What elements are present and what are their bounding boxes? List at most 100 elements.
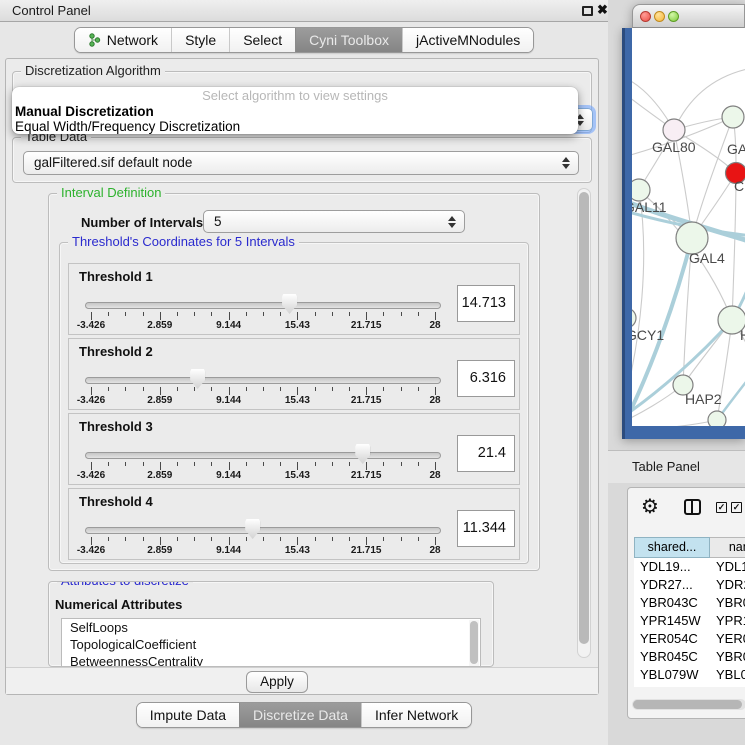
tick-label: 2.859 bbox=[147, 470, 172, 481]
tab-label: Impute Data bbox=[150, 707, 226, 723]
table-row[interactable]: YBL079WYBL079W bbox=[634, 666, 745, 684]
combo-arrows-icon bbox=[448, 216, 456, 228]
gear-icon[interactable]: ⚙ bbox=[641, 494, 659, 518]
bottom-tab-bar: Impute Data Discretize DataInfer Network bbox=[0, 699, 608, 731]
list-scrollbar[interactable] bbox=[469, 620, 479, 667]
slider-thumb[interactable] bbox=[190, 369, 205, 389]
network-node[interactable] bbox=[632, 308, 636, 328]
cell-name[interactable]: YDR27... bbox=[710, 576, 745, 594]
tick-mark bbox=[211, 387, 212, 391]
control-panel-titlebar: Control Panel ✖ bbox=[0, 0, 608, 22]
tick-mark bbox=[383, 537, 384, 541]
network-window-titlebar[interactable] bbox=[632, 4, 745, 28]
table-horizontal-scrollbar[interactable] bbox=[632, 699, 745, 710]
cell-name[interactable]: YBR043C bbox=[710, 594, 745, 612]
slider-thumb[interactable] bbox=[355, 444, 370, 464]
tab-network[interactable]: Network bbox=[75, 28, 171, 52]
cell-shared-name[interactable]: YER054C bbox=[634, 630, 710, 648]
checkbox-select-all-icon[interactable]: ✓ bbox=[716, 502, 727, 513]
tick-mark bbox=[229, 312, 230, 320]
tick-mark bbox=[246, 387, 247, 391]
close-traffic-light-icon[interactable] bbox=[640, 11, 651, 22]
network-node[interactable] bbox=[663, 119, 685, 141]
minimize-traffic-light-icon[interactable] bbox=[654, 11, 665, 22]
table-row[interactable]: YLR345WYLR345W bbox=[634, 684, 745, 687]
network-node[interactable] bbox=[722, 106, 744, 128]
network-edge[interactable] bbox=[732, 173, 736, 320]
slider-track[interactable] bbox=[85, 302, 441, 309]
tab-discretize-data[interactable]: Discretize Data bbox=[239, 703, 361, 727]
control-panel: Control Panel ✖ NetworkStyleSelectCyni T… bbox=[0, 0, 608, 745]
cell-name[interactable]: YBL079W bbox=[710, 666, 745, 684]
table-data-combobox[interactable]: galFiltered.sif default node bbox=[23, 151, 579, 175]
popup-option-equal-width-frequency[interactable]: Equal Width/Frequency Discretization bbox=[12, 119, 578, 134]
tab-jactivemnodules[interactable]: jActiveMNodules bbox=[402, 28, 533, 52]
network-node-label: GAL80 bbox=[652, 139, 696, 155]
network-canvas[interactable]: GAL80GACGAL11GAL4GCY1HHAP2 bbox=[632, 28, 745, 426]
zoom-traffic-light-icon[interactable] bbox=[668, 11, 679, 22]
panel-vertical-scrollbar[interactable] bbox=[577, 188, 591, 658]
table-row[interactable]: YBR045CYBR045C bbox=[634, 648, 745, 666]
tick-label: -3.426 bbox=[77, 395, 105, 406]
attributes-list[interactable]: SelfLoopsTopologicalCoefficientBetweenne… bbox=[61, 618, 481, 667]
tick-mark bbox=[435, 312, 436, 320]
tab-select[interactable]: Select bbox=[229, 28, 295, 52]
cell-shared-name[interactable]: YLR345W bbox=[634, 684, 710, 687]
threshold-value-field[interactable]: 6.316 bbox=[457, 360, 515, 397]
columns-icon[interactable] bbox=[684, 499, 701, 515]
attribute-item-betweennesscentrality[interactable]: BetweennessCentrality bbox=[62, 653, 480, 667]
tab-impute-data[interactable]: Impute Data bbox=[137, 703, 239, 727]
network-edge[interactable] bbox=[632, 420, 717, 426]
float-window-icon[interactable] bbox=[582, 6, 593, 16]
cell-shared-name[interactable]: YBR043C bbox=[634, 594, 710, 612]
attribute-item-selfloops[interactable]: SelfLoops bbox=[62, 619, 480, 636]
cell-shared-name[interactable]: YPR145W bbox=[634, 612, 710, 630]
slider-thumb[interactable] bbox=[245, 519, 260, 539]
table-row[interactable]: YBR043CYBR043C bbox=[634, 594, 745, 612]
attribute-item-topologicalcoefficient[interactable]: TopologicalCoefficient bbox=[62, 636, 480, 653]
apply-button[interactable]: Apply bbox=[246, 671, 308, 693]
slider-track[interactable] bbox=[85, 377, 441, 384]
threshold-label: Threshold 2 bbox=[79, 344, 153, 359]
num-intervals-value: 5 bbox=[204, 211, 464, 233]
tab-cyni-toolbox[interactable]: Cyni Toolbox bbox=[295, 28, 402, 52]
tick-mark bbox=[315, 462, 316, 466]
network-node[interactable] bbox=[708, 411, 726, 426]
tick-mark bbox=[108, 387, 109, 391]
network-edge[interactable] bbox=[632, 190, 644, 396]
table-row[interactable]: YDL19...YDL19... bbox=[634, 558, 745, 576]
slider-track[interactable] bbox=[85, 452, 441, 459]
tab-infer-network[interactable]: Infer Network bbox=[361, 703, 471, 727]
cell-name[interactable]: YPR145W bbox=[710, 612, 745, 630]
column-header-name[interactable]: name bbox=[710, 537, 745, 558]
tick-mark bbox=[332, 312, 333, 316]
network-node[interactable] bbox=[632, 179, 650, 201]
slider-thumb[interactable] bbox=[282, 294, 297, 314]
checkbox-select-none-icon[interactable]: ✓ bbox=[731, 502, 742, 513]
column-header-shared-name[interactable]: shared... bbox=[634, 537, 710, 558]
tick-mark bbox=[435, 387, 436, 395]
cell-name[interactable]: YLR345W bbox=[710, 684, 745, 687]
table-row[interactable]: YER054CYER054C bbox=[634, 630, 745, 648]
num-intervals-combobox[interactable]: 5 bbox=[203, 210, 465, 233]
cell-name[interactable]: YDL19... bbox=[710, 558, 745, 576]
network-icon bbox=[88, 33, 101, 47]
close-icon[interactable]: ✖ bbox=[597, 2, 608, 18]
cell-shared-name[interactable]: YBR045C bbox=[634, 648, 710, 666]
popup-option-manual-discretization[interactable]: Manual Discretization bbox=[12, 104, 578, 119]
tick-mark bbox=[332, 537, 333, 541]
tick-mark bbox=[297, 537, 298, 545]
table-row[interactable]: YDR27...YDR27... bbox=[634, 576, 745, 594]
cell-name[interactable]: YBR045C bbox=[710, 648, 745, 666]
cell-name[interactable]: YER054C bbox=[710, 630, 745, 648]
cell-shared-name[interactable]: YDL19... bbox=[634, 558, 710, 576]
table-row[interactable]: YPR145WYPR145W bbox=[634, 612, 745, 630]
threshold-value-field[interactable]: 21.4 bbox=[457, 435, 515, 472]
cell-shared-name[interactable]: YDR27... bbox=[634, 576, 710, 594]
cell-shared-name[interactable]: YBL079W bbox=[634, 666, 710, 684]
threshold-value-field[interactable]: 14.713 bbox=[457, 285, 515, 322]
tick-mark bbox=[194, 462, 195, 466]
tab-style[interactable]: Style bbox=[171, 28, 229, 52]
threshold-value-field[interactable]: 11.344 bbox=[457, 510, 515, 547]
slider-track[interactable] bbox=[85, 527, 441, 534]
